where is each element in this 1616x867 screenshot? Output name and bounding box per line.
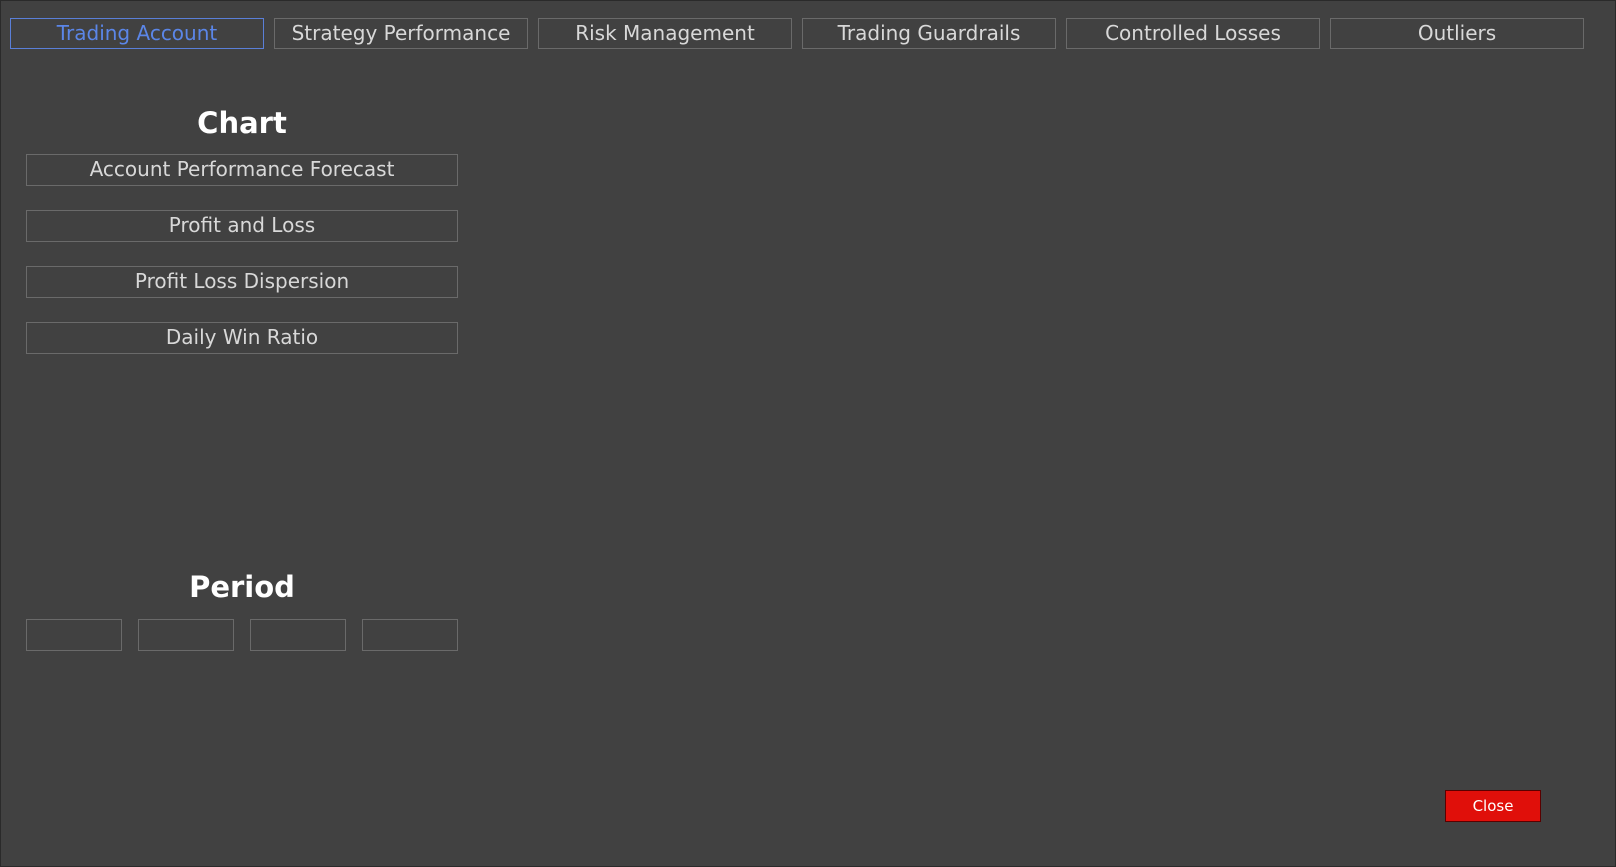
tab-trading-account[interactable]: Trading Account — [10, 18, 264, 49]
tab-risk-management[interactable]: Risk Management — [538, 18, 792, 49]
tab-controlled-losses[interactable]: Controlled Losses — [1066, 18, 1320, 49]
profit-loss-dispersion-button[interactable]: Profit Loss Dispersion — [26, 266, 458, 298]
app-window: Trading Account Strategy Performance Ris… — [0, 0, 1616, 867]
close-button[interactable]: Close — [1445, 790, 1541, 822]
chart-section-title: Chart — [197, 106, 287, 140]
tab-trading-guardrails[interactable]: Trading Guardrails — [802, 18, 1056, 49]
account-performance-forecast-button[interactable]: Account Performance Forecast — [26, 154, 458, 186]
period-button-1[interactable] — [26, 619, 122, 651]
tab-strategy-performance[interactable]: Strategy Performance — [274, 18, 528, 49]
period-button-3[interactable] — [250, 619, 346, 651]
daily-win-ratio-button[interactable]: Daily Win Ratio — [26, 322, 458, 354]
profit-and-loss-button[interactable]: Profit and Loss — [26, 210, 458, 242]
period-button-4[interactable] — [362, 619, 458, 651]
period-button-2[interactable] — [138, 619, 234, 651]
period-section-title: Period — [189, 570, 295, 604]
tab-outliers[interactable]: Outliers — [1330, 18, 1584, 49]
